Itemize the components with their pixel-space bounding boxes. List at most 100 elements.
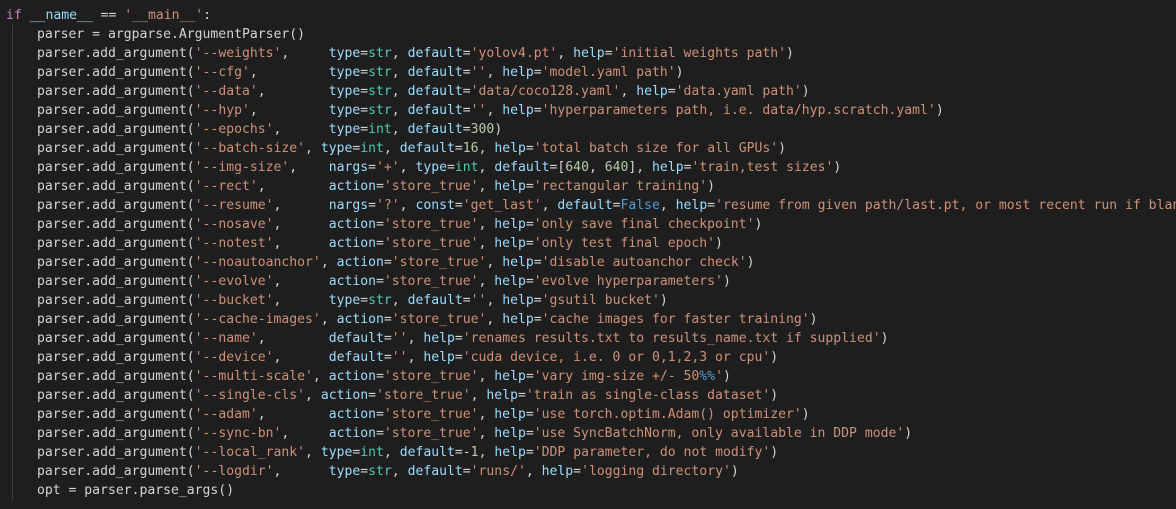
code-token: '' bbox=[391, 350, 408, 365]
code-line[interactable]: parser.add_argument('--multi-scale', act… bbox=[0, 367, 1176, 386]
code-token: = bbox=[525, 445, 534, 460]
code-token: , bbox=[273, 274, 329, 289]
code-token: , bbox=[470, 388, 487, 403]
code-token: default bbox=[557, 198, 613, 213]
code-token: parser = argparse.ArgumentParser() bbox=[37, 27, 306, 42]
code-token: '--evolve' bbox=[194, 274, 274, 289]
code-line[interactable]: parser.add_argument('--resume', nargs='?… bbox=[0, 196, 1176, 215]
code-line[interactable]: parser.add_argument('--rect', action='st… bbox=[0, 177, 1176, 196]
indent-guide bbox=[12, 234, 13, 253]
code-line[interactable]: parser.add_argument('--bucket', type=str… bbox=[0, 291, 1176, 310]
code-token: help bbox=[502, 293, 534, 308]
code-token: = bbox=[454, 141, 463, 156]
code-line[interactable]: parser.add_argument('--data', type=str, … bbox=[0, 82, 1176, 101]
code-line[interactable]: parser.add_argument('--epochs', type=int… bbox=[0, 120, 1176, 139]
indent-guide bbox=[12, 405, 13, 424]
code-token: '--logdir' bbox=[194, 464, 274, 479]
code-token: , bbox=[391, 103, 408, 118]
code-editor[interactable]: if __name__ == '__main__':parser = argpa… bbox=[0, 0, 1176, 509]
code-token: 'store_true' bbox=[383, 369, 479, 384]
code-token: '+' bbox=[376, 160, 400, 175]
code-token: = bbox=[707, 198, 716, 213]
code-token: 'train,test sizes' bbox=[691, 160, 834, 175]
code-line[interactable]: parser = argparse.ArgumentParser() bbox=[0, 25, 1176, 44]
code-token: int bbox=[368, 122, 392, 137]
code-line[interactable]: parser.add_argument('--device', default=… bbox=[0, 348, 1176, 367]
code-token: '--local_rank' bbox=[194, 445, 306, 460]
code-token: __name__ bbox=[29, 8, 93, 23]
code-token: '--sync-bn' bbox=[194, 426, 282, 441]
code-line[interactable]: parser.add_argument('--weights', type=st… bbox=[0, 44, 1176, 63]
code-token: ) bbox=[904, 426, 913, 441]
code-token: int bbox=[360, 445, 384, 460]
code-line[interactable]: if __name__ == '__main__': bbox=[0, 6, 1176, 25]
code-token: 'store_true' bbox=[383, 426, 479, 441]
code-line[interactable]: parser.add_argument('--batch-size', type… bbox=[0, 139, 1176, 158]
code-token: help bbox=[494, 445, 526, 460]
code-line[interactable]: parser.add_argument('--img-size', nargs=… bbox=[0, 158, 1176, 177]
code-token: , bbox=[305, 141, 321, 156]
code-line[interactable]: parser.add_argument('--logdir', type=str… bbox=[0, 462, 1176, 481]
code-token: , bbox=[478, 179, 495, 194]
code-token: , bbox=[478, 369, 495, 384]
code-token: str bbox=[368, 293, 392, 308]
code-token: , bbox=[486, 293, 503, 308]
code-token: , bbox=[320, 255, 337, 270]
code-token: parser.add_argument( bbox=[37, 464, 195, 479]
code-token: parser.add_argument( bbox=[37, 103, 195, 118]
code-token: str bbox=[368, 84, 392, 99]
code-token: 'data/coco128.yaml' bbox=[470, 84, 621, 99]
code-token: , bbox=[588, 160, 605, 175]
code-token: 16 bbox=[462, 141, 479, 156]
code-token: , bbox=[289, 160, 329, 175]
code-token: action bbox=[336, 312, 384, 327]
code-token: = bbox=[360, 46, 369, 61]
code-line[interactable]: parser.add_argument('--notest', action='… bbox=[0, 234, 1176, 253]
code-token: = bbox=[360, 84, 369, 99]
code-line[interactable]: parser.add_argument('--nosave', action='… bbox=[0, 215, 1176, 234]
indent-guide bbox=[12, 386, 13, 405]
code-line[interactable]: parser.add_argument('--cfg', type=str, d… bbox=[0, 63, 1176, 82]
code-token: False bbox=[620, 198, 660, 213]
code-token: , bbox=[249, 103, 329, 118]
code-token: = bbox=[462, 122, 471, 137]
code-token: , bbox=[478, 426, 495, 441]
code-token: default bbox=[399, 445, 455, 460]
code-token: '--multi-scale' bbox=[194, 369, 313, 384]
code-line[interactable]: opt = parser.parse_args() bbox=[0, 481, 1176, 500]
code-token: 'yolov4.pt' bbox=[470, 46, 558, 61]
code-token: = bbox=[454, 198, 463, 213]
code-token: help bbox=[636, 84, 668, 99]
indent-guide bbox=[12, 253, 13, 272]
code-token: str bbox=[368, 464, 392, 479]
code-line[interactable]: parser.add_argument('--name', default=''… bbox=[0, 329, 1176, 348]
code-token: parser.add_argument( bbox=[37, 293, 195, 308]
code-line[interactable]: parser.add_argument('--hyp', type=str, d… bbox=[0, 101, 1176, 120]
code-line[interactable]: parser.add_argument('--local_rank', type… bbox=[0, 443, 1176, 462]
code-token: parser.add_argument( bbox=[37, 369, 195, 384]
code-token: help bbox=[423, 350, 455, 365]
code-token: , bbox=[391, 65, 408, 80]
code-token: help bbox=[494, 426, 526, 441]
indent-guide bbox=[12, 424, 13, 443]
code-token: , bbox=[273, 217, 329, 232]
code-line[interactable]: parser.add_argument('--noautoanchor', ac… bbox=[0, 253, 1176, 272]
code-token: default bbox=[399, 141, 455, 156]
code-token: action bbox=[328, 217, 377, 232]
code-token: parser.add_argument( bbox=[37, 65, 195, 80]
code-token: '--weights' bbox=[194, 46, 282, 61]
code-line[interactable]: parser.add_argument('--cache-images', ac… bbox=[0, 310, 1176, 329]
code-token: '--single-cls' bbox=[194, 388, 306, 403]
code-line[interactable]: parser.add_argument('--evolve', action='… bbox=[0, 272, 1176, 291]
code-token: , bbox=[257, 331, 329, 346]
code-line[interactable]: parser.add_argument('--adam', action='st… bbox=[0, 405, 1176, 424]
code-token: '--nosave' bbox=[194, 217, 274, 232]
code-line[interactable]: parser.add_argument('--sync-bn', action=… bbox=[0, 424, 1176, 443]
code-token: = bbox=[360, 293, 369, 308]
code-token: = bbox=[383, 350, 392, 365]
code-token: 'use torch.optim.Adam() optimizer' bbox=[533, 407, 802, 422]
code-line[interactable]: parser.add_argument('--single-cls', acti… bbox=[0, 386, 1176, 405]
code-token: = bbox=[533, 255, 542, 270]
code-token: , bbox=[478, 274, 495, 289]
code-token: const bbox=[415, 198, 455, 213]
